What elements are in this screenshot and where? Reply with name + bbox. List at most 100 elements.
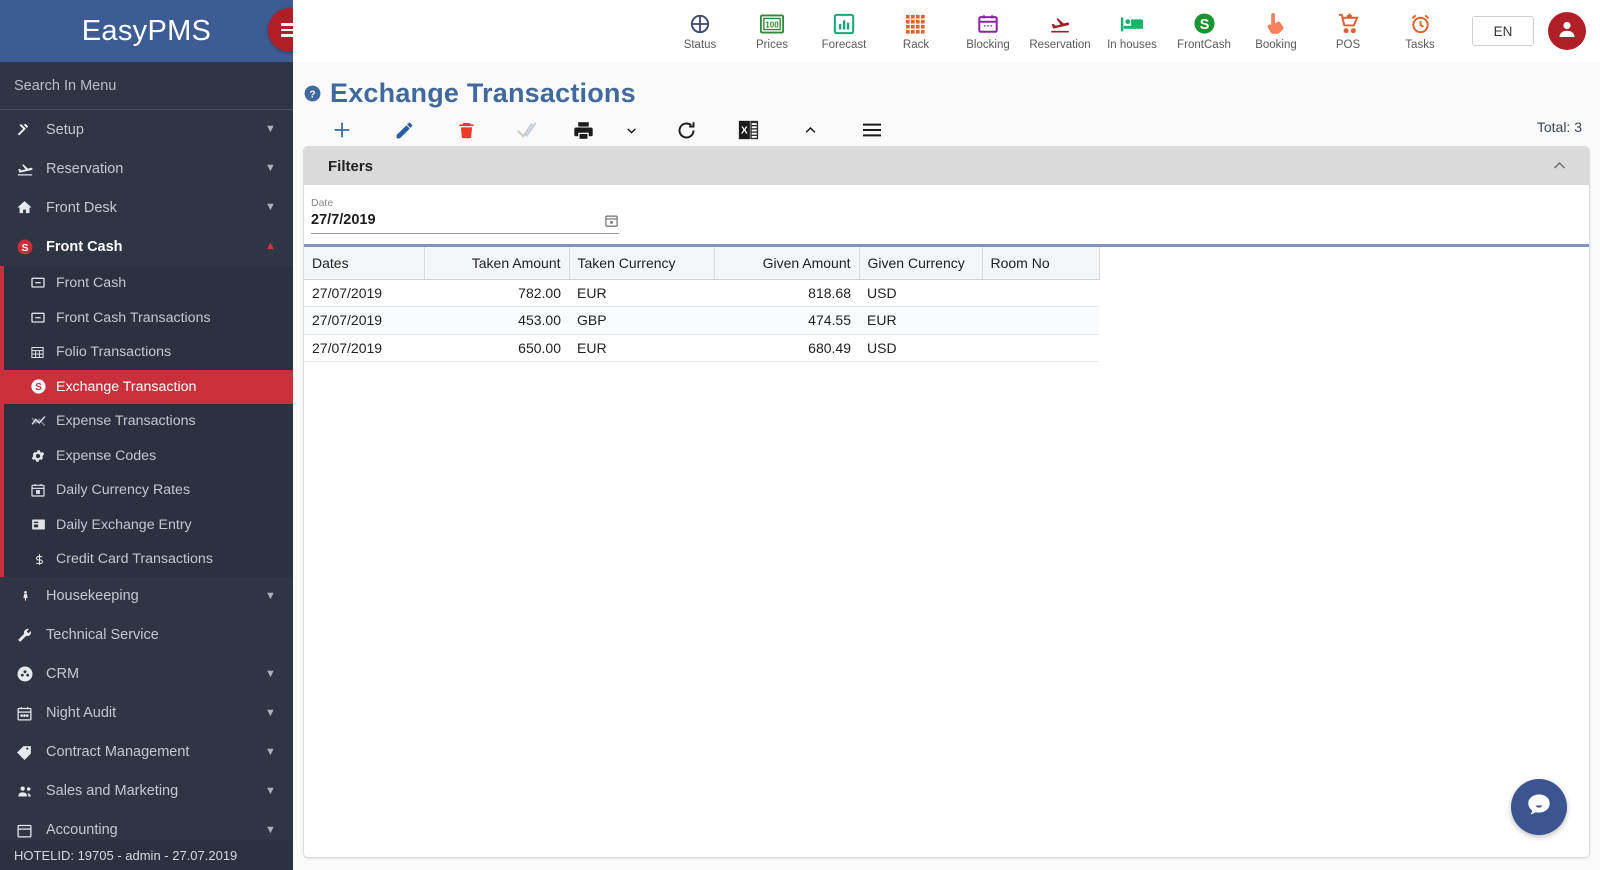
nav-tile-label: FrontCash (1177, 38, 1231, 51)
add-button[interactable] (311, 111, 373, 149)
nav-tile-label: Reservation (1029, 38, 1091, 51)
nav-tile-in-houses[interactable]: In houses (1096, 12, 1168, 51)
sidebar-item-daily-currency-rates[interactable]: Daily Currency Rates (4, 473, 293, 508)
sidebar-item-exchange-transaction[interactable]: S Exchange Transaction (0, 369, 293, 404)
nav-tile-pos[interactable]: POS (1312, 12, 1384, 51)
column-header-taken-currency[interactable]: Taken Currency (569, 247, 715, 280)
question-circle-icon[interactable]: ? (303, 84, 322, 103)
sidebar-item-label: Folio Transactions (56, 344, 172, 361)
sidebar-item-label: Expense Codes (56, 447, 157, 464)
menu-button[interactable] (841, 111, 903, 149)
search-menu-container (0, 62, 293, 110)
sidebar-item-label: Exchange Transaction (56, 378, 197, 395)
nav-tile-status[interactable]: Status (664, 12, 736, 51)
bar-chart-icon (833, 12, 855, 36)
sidebar-item-front-cash[interactable]: S Front Cash ▲ (0, 227, 293, 266)
refresh-button[interactable] (655, 111, 717, 149)
sidebar-item-front-cash-transactions[interactable]: Front Cash Transactions (4, 301, 293, 336)
export-excel-button[interactable]: X (717, 111, 779, 149)
nav-tile-label: Prices (756, 38, 788, 51)
sidebar-item-label: Setup (46, 121, 84, 138)
cell-given-currency: USD (859, 279, 982, 307)
edit-button[interactable] (373, 111, 435, 149)
table-row[interactable]: 27/07/2019 782.00 EUR 818.68 USD (304, 279, 1099, 307)
nav-tile-forecast[interactable]: Forecast (808, 12, 880, 51)
nav-tile-label: Rack (902, 38, 930, 51)
dollar-circle-icon: S (30, 378, 56, 395)
nav-tile-reservation[interactable]: Reservation (1024, 12, 1096, 51)
nav-tile-prices[interactable]: 100 Prices (736, 12, 808, 51)
column-header-taken-amount[interactable]: Taken Amount (424, 247, 570, 280)
column-header-given-currency[interactable]: Given Currency (859, 247, 983, 280)
column-header-dates[interactable]: Dates (304, 247, 425, 280)
approve-button[interactable] (497, 111, 559, 149)
nav-tile-rack[interactable]: Rack (880, 12, 952, 51)
nav-tile-frontcash[interactable]: S FrontCash (1168, 12, 1240, 51)
sidebar-item-label: Technical Service (46, 627, 159, 643)
column-header-given-amount[interactable]: Given Amount (714, 247, 860, 280)
calendar-icon (30, 482, 56, 498)
print-dropdown-button[interactable] (607, 111, 655, 149)
svg-text:S: S (1199, 17, 1209, 33)
minus-box-icon (30, 275, 56, 291)
date-input[interactable] (311, 212, 551, 228)
sidebar-item-night-audit[interactable]: Night Audit ▼ (0, 694, 293, 733)
collapse-button[interactable] (779, 111, 841, 149)
sidebar-item-expense-transactions[interactable]: Expense Transactions (4, 404, 293, 439)
sidebar-item-expense-codes[interactable]: Expense Codes (4, 439, 293, 474)
table-row[interactable]: 27/07/2019 453.00 GBP 474.55 EUR (304, 306, 1099, 335)
sidebar-item-label: Front Cash (46, 238, 123, 255)
chevron-down-icon: ▼ (265, 667, 276, 680)
sidebar-item-label: Reservation (46, 160, 124, 177)
sidebar-item-folio-transactions[interactable]: Folio Transactions (4, 335, 293, 370)
chevron-up-icon: ▲ (265, 240, 276, 252)
language-selector[interactable]: EN (1472, 16, 1534, 46)
sidebar-item-sales-and-marketing[interactable]: Sales and Marketing ▼ (0, 772, 293, 811)
table-body: 27/07/2019 782.00 EUR 818.68 USD 27/07/2… (304, 279, 1099, 362)
sidebar-item-label: CRM (46, 666, 80, 682)
sidebar-item-front-cash-page[interactable]: Front Cash (4, 266, 293, 301)
search-input[interactable] (14, 77, 279, 94)
chevron-up-icon[interactable] (1552, 159, 1567, 174)
calendar-icon (977, 12, 999, 36)
sidebar-item-front-desk[interactable]: Front Desk ▼ (0, 188, 293, 227)
sidebar-item-label: Front Cash (56, 275, 127, 292)
calendar-icon[interactable] (604, 213, 619, 228)
sidebar-item-setup[interactable]: Setup ▼ (0, 110, 293, 149)
filters-header[interactable]: Filters (304, 147, 1589, 185)
grid-icon (30, 345, 56, 360)
sidebar-item-crm[interactable]: CRM ▼ (0, 655, 293, 694)
wrench-icon (16, 627, 42, 644)
sidebar-item-contract-management[interactable]: Contract Management ▼ (0, 733, 293, 772)
table-row[interactable]: 27/07/2019 650.00 EUR 680.49 USD (304, 334, 1099, 362)
print-button[interactable] (559, 111, 607, 149)
sidebar-toggle-button[interactable] (268, 8, 293, 52)
sidebar-item-label: Credit Card Transactions (56, 551, 213, 568)
chat-bubble-icon (1525, 791, 1553, 824)
hand-click-icon (1266, 12, 1286, 36)
sidebar-item-credit-card-transactions[interactable]: Credit Card Transactions (4, 542, 293, 577)
sidebar-item-daily-exchange-entry[interactable]: Daily Exchange Entry (4, 508, 293, 543)
home-icon (16, 199, 42, 216)
sidebar-menu-lower: Housekeeping ▼ Technical Service CRM ▼ N… (0, 577, 293, 850)
nav-tile-blocking[interactable]: Blocking (952, 12, 1024, 51)
chevron-down-icon: ▼ (265, 706, 276, 719)
date-filter-field: Date (311, 197, 619, 234)
sidebar-item-technical-service[interactable]: Technical Service (0, 616, 293, 655)
dollar-circle-icon: S (1193, 12, 1216, 36)
column-header-room-no[interactable]: Room No (982, 247, 1100, 280)
user-avatar-button[interactable] (1548, 12, 1586, 50)
sidebar-item-label: Daily Exchange Entry (56, 516, 192, 533)
sidebar-item-housekeeping[interactable]: Housekeeping ▼ (0, 577, 293, 616)
chat-support-button[interactable] (1511, 779, 1567, 835)
delete-button[interactable] (435, 111, 497, 149)
sidebar-item-reservation[interactable]: Reservation ▼ (0, 149, 293, 188)
nav-tile-tasks[interactable]: Tasks (1384, 12, 1456, 51)
nav-tile-booking[interactable]: Booking (1240, 12, 1312, 51)
sidebar-item-label: Accounting (46, 822, 118, 838)
sidebar-item-label: Housekeeping (46, 588, 139, 604)
grid-squares-icon (905, 12, 927, 36)
sidebar-item-label: Daily Currency Rates (56, 482, 191, 499)
table-header-row: Dates Taken Amount Taken Currency Given … (304, 247, 1100, 280)
cell-taken-currency: GBP (569, 306, 714, 335)
